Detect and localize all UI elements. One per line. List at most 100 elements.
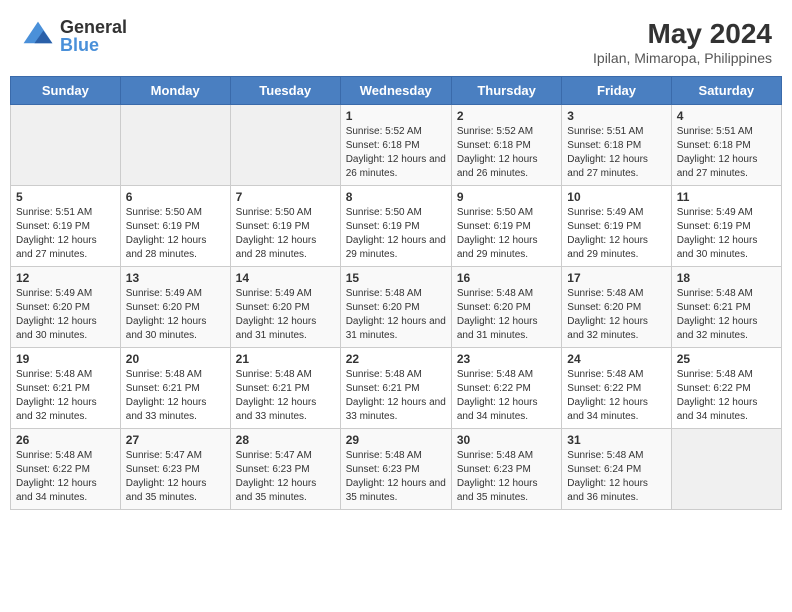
day-info: Sunrise: 5:48 AM Sunset: 6:20 PM Dayligh… bbox=[346, 288, 446, 341]
day-info: Sunrise: 5:47 AM Sunset: 6:23 PM Dayligh… bbox=[126, 450, 207, 503]
day-info: Sunrise: 5:51 AM Sunset: 6:18 PM Dayligh… bbox=[567, 126, 648, 179]
calendar-cell: 8Sunrise: 5:50 AM Sunset: 6:19 PM Daylig… bbox=[340, 186, 451, 267]
calendar-cell: 16 Sunrise: 5:48 AM Sunset: 6:20 PM Dayli… bbox=[451, 267, 561, 348]
day-number: 18 bbox=[677, 271, 776, 285]
day-number: 28 bbox=[236, 433, 335, 447]
calendar-week-3: 12 Sunrise: 5:49 AM Sunset: 6:20 PM Dayli… bbox=[11, 267, 782, 348]
day-number: 5 bbox=[16, 190, 115, 204]
calendar-cell: 2Sunrise: 5:52 AM Sunset: 6:18 PM Daylig… bbox=[451, 105, 561, 186]
calendar-cell: 14Sunrise: 5:49 AM Sunset: 6:20 PM Dayli… bbox=[230, 267, 340, 348]
day-info: Sunrise: 5:49 AM Sunset: 6:20 PM Dayligh… bbox=[126, 288, 207, 341]
day-number: 17 bbox=[567, 271, 665, 285]
logo-icon bbox=[20, 18, 56, 54]
day-number: 29 bbox=[346, 433, 446, 447]
calendar-cell: 12 Sunrise: 5:49 AM Sunset: 6:20 PM Dayli… bbox=[11, 267, 121, 348]
calendar-week-4: 19 Sunrise: 5:48 AM Sunset: 6:21 PM Dayli… bbox=[11, 348, 782, 429]
logo: General Blue bbox=[20, 18, 127, 54]
col-header-friday: Friday bbox=[562, 77, 671, 105]
calendar-cell: 29Sunrise: 5:48 AM Sunset: 6:23 PM Dayli… bbox=[340, 429, 451, 510]
calendar-cell: 31 Sunrise: 5:48 AM Sunset: 6:24 PM Dayli… bbox=[562, 429, 671, 510]
day-number: 7 bbox=[236, 190, 335, 204]
day-info: Sunrise: 5:48 AM Sunset: 6:22 PM Dayligh… bbox=[567, 369, 648, 422]
day-number: 20 bbox=[126, 352, 225, 366]
day-info: Sunrise: 5:48 AM Sunset: 6:23 PM Dayligh… bbox=[457, 450, 538, 503]
day-info: Sunrise: 5:49 AM Sunset: 6:20 PM Dayligh… bbox=[236, 288, 317, 341]
day-info: Sunrise: 5:50 AM Sunset: 6:19 PM Dayligh… bbox=[457, 207, 538, 260]
day-info: Sunrise: 5:51 AM Sunset: 6:18 PM Dayligh… bbox=[677, 126, 758, 179]
calendar-cell: 5 Sunrise: 5:51 AM Sunset: 6:19 PM Daylig… bbox=[11, 186, 121, 267]
day-number: 3 bbox=[567, 109, 665, 123]
month-year: May 2024 bbox=[593, 18, 772, 50]
calendar-cell: 26Sunrise: 5:48 AM Sunset: 6:22 PM Dayli… bbox=[11, 429, 121, 510]
day-info: Sunrise: 5:48 AM Sunset: 6:21 PM Dayligh… bbox=[677, 288, 758, 341]
calendar-cell: 24Sunrise: 5:48 AM Sunset: 6:22 PM Dayli… bbox=[562, 348, 671, 429]
calendar-cell: 22 Sunrise: 5:48 AM Sunset: 6:21 PM Dayli… bbox=[340, 348, 451, 429]
day-info: Sunrise: 5:52 AM Sunset: 6:18 PM Dayligh… bbox=[346, 126, 446, 179]
day-number: 15 bbox=[346, 271, 446, 285]
calendar-table: SundayMondayTuesdayWednesdayThursdayFrid… bbox=[10, 76, 782, 510]
calendar-cell: 27Sunrise: 5:47 AM Sunset: 6:23 PM Dayli… bbox=[120, 429, 230, 510]
logo-line1: General bbox=[60, 18, 127, 36]
col-header-tuesday: Tuesday bbox=[230, 77, 340, 105]
day-number: 16 bbox=[457, 271, 556, 285]
calendar-cell bbox=[671, 429, 781, 510]
calendar-cell bbox=[120, 105, 230, 186]
calendar-cell: 15 Sunrise: 5:48 AM Sunset: 6:20 PM Dayli… bbox=[340, 267, 451, 348]
location: Ipilan, Mimaropa, Philippines bbox=[593, 50, 772, 66]
day-headers-row: SundayMondayTuesdayWednesdayThursdayFrid… bbox=[11, 77, 782, 105]
day-info: Sunrise: 5:50 AM Sunset: 6:19 PM Dayligh… bbox=[236, 207, 317, 260]
day-info: Sunrise: 5:48 AM Sunset: 6:20 PM Dayligh… bbox=[567, 288, 648, 341]
calendar-week-2: 5 Sunrise: 5:51 AM Sunset: 6:19 PM Daylig… bbox=[11, 186, 782, 267]
day-info: Sunrise: 5:48 AM Sunset: 6:24 PM Dayligh… bbox=[567, 450, 648, 503]
day-info: Sunrise: 5:49 AM Sunset: 6:19 PM Dayligh… bbox=[567, 207, 648, 260]
day-number: 19 bbox=[16, 352, 115, 366]
calendar-cell: 10 Sunrise: 5:49 AM Sunset: 6:19 PM Dayli… bbox=[562, 186, 671, 267]
day-info: Sunrise: 5:48 AM Sunset: 6:21 PM Dayligh… bbox=[346, 369, 446, 422]
day-info: Sunrise: 5:48 AM Sunset: 6:22 PM Dayligh… bbox=[677, 369, 758, 422]
day-number: 30 bbox=[457, 433, 556, 447]
col-header-saturday: Saturday bbox=[671, 77, 781, 105]
day-number: 1 bbox=[346, 109, 446, 123]
calendar-cell: 13 Sunrise: 5:49 AM Sunset: 6:20 PM Dayli… bbox=[120, 267, 230, 348]
calendar-body: 1 Sunrise: 5:52 AM Sunset: 6:18 PM Daylig… bbox=[11, 105, 782, 510]
day-info: Sunrise: 5:48 AM Sunset: 6:20 PM Dayligh… bbox=[457, 288, 538, 341]
day-number: 12 bbox=[16, 271, 115, 285]
day-number: 2 bbox=[457, 109, 556, 123]
title-block: May 2024 Ipilan, Mimaropa, Philippines bbox=[593, 18, 772, 66]
day-number: 21 bbox=[236, 352, 335, 366]
calendar-cell: 25 Sunrise: 5:48 AM Sunset: 6:22 PM Dayli… bbox=[671, 348, 781, 429]
day-info: Sunrise: 5:48 AM Sunset: 6:21 PM Dayligh… bbox=[236, 369, 317, 422]
col-header-wednesday: Wednesday bbox=[340, 77, 451, 105]
calendar-cell: 18 Sunrise: 5:48 AM Sunset: 6:21 PM Dayli… bbox=[671, 267, 781, 348]
day-number: 13 bbox=[126, 271, 225, 285]
calendar-week-1: 1 Sunrise: 5:52 AM Sunset: 6:18 PM Daylig… bbox=[11, 105, 782, 186]
day-number: 10 bbox=[567, 190, 665, 204]
day-info: Sunrise: 5:49 AM Sunset: 6:20 PM Dayligh… bbox=[16, 288, 97, 341]
day-info: Sunrise: 5:50 AM Sunset: 6:19 PM Dayligh… bbox=[126, 207, 207, 260]
calendar-cell: 4Sunrise: 5:51 AM Sunset: 6:18 PM Daylig… bbox=[671, 105, 781, 186]
day-number: 31 bbox=[567, 433, 665, 447]
day-number: 23 bbox=[457, 352, 556, 366]
calendar-cell: 17 Sunrise: 5:48 AM Sunset: 6:20 PM Dayli… bbox=[562, 267, 671, 348]
calendar-cell: 9 Sunrise: 5:50 AM Sunset: 6:19 PM Daylig… bbox=[451, 186, 561, 267]
day-number: 6 bbox=[126, 190, 225, 204]
calendar-cell: 20 Sunrise: 5:48 AM Sunset: 6:21 PM Dayli… bbox=[120, 348, 230, 429]
day-info: Sunrise: 5:48 AM Sunset: 6:22 PM Dayligh… bbox=[457, 369, 538, 422]
calendar-header: SundayMondayTuesdayWednesdayThursdayFrid… bbox=[11, 77, 782, 105]
col-header-thursday: Thursday bbox=[451, 77, 561, 105]
calendar-cell bbox=[11, 105, 121, 186]
day-number: 22 bbox=[346, 352, 446, 366]
calendar-cell: 21 Sunrise: 5:48 AM Sunset: 6:21 PM Dayli… bbox=[230, 348, 340, 429]
calendar-cell: 1 Sunrise: 5:52 AM Sunset: 6:18 PM Daylig… bbox=[340, 105, 451, 186]
day-info: Sunrise: 5:51 AM Sunset: 6:19 PM Dayligh… bbox=[16, 207, 97, 260]
calendar-cell bbox=[230, 105, 340, 186]
day-info: Sunrise: 5:50 AM Sunset: 6:19 PM Dayligh… bbox=[346, 207, 446, 260]
day-number: 25 bbox=[677, 352, 776, 366]
calendar-cell: 7 Sunrise: 5:50 AM Sunset: 6:19 PM Daylig… bbox=[230, 186, 340, 267]
col-header-monday: Monday bbox=[120, 77, 230, 105]
day-info: Sunrise: 5:48 AM Sunset: 6:21 PM Dayligh… bbox=[126, 369, 207, 422]
day-number: 9 bbox=[457, 190, 556, 204]
day-number: 26 bbox=[16, 433, 115, 447]
calendar-cell: 11Sunrise: 5:49 AM Sunset: 6:19 PM Dayli… bbox=[671, 186, 781, 267]
logo-line2: Blue bbox=[60, 36, 127, 54]
